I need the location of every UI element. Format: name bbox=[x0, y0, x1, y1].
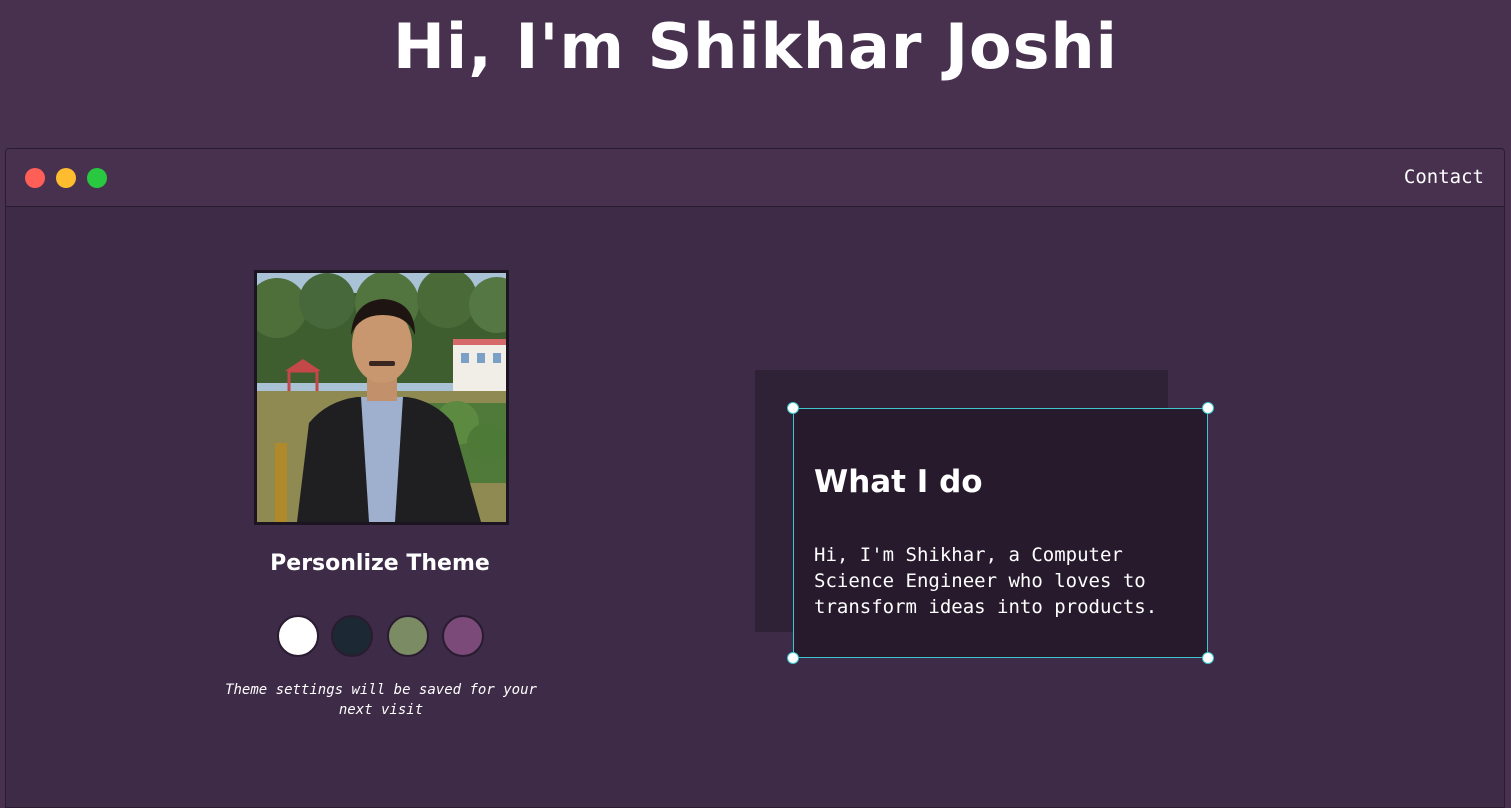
theme-swatch-plum[interactable] bbox=[442, 615, 484, 657]
theme-title: Personlize Theme bbox=[270, 551, 490, 576]
theme-swatch-white[interactable] bbox=[277, 615, 319, 657]
theme-save-note: Theme settings will be saved for your ne… bbox=[225, 682, 537, 718]
resize-handle-bottom-right[interactable] bbox=[1202, 652, 1214, 664]
window-titlebar: Contact bbox=[6, 149, 1504, 207]
maximize-window-dot[interactable] bbox=[87, 168, 107, 188]
what-i-do-text: Hi, I'm Shikhar, a Computer Science Engi… bbox=[814, 544, 1158, 618]
what-i-do-title: What I do bbox=[814, 464, 983, 500]
minimize-window-dot[interactable] bbox=[56, 168, 76, 188]
what-i-do-card: What I do Hi, I'm Shikhar, a Computer Sc… bbox=[787, 402, 1214, 664]
resize-handle-bottom-left[interactable] bbox=[787, 652, 799, 664]
resize-handle-top-left[interactable] bbox=[787, 402, 799, 414]
contact-link[interactable]: Contact bbox=[1404, 166, 1484, 188]
page-title: Hi, I'm Shikhar Joshi bbox=[393, 10, 1118, 83]
theme-swatch-olive-green[interactable] bbox=[387, 615, 429, 657]
profile-photo bbox=[254, 270, 509, 525]
resize-handle-top-right[interactable] bbox=[1202, 402, 1214, 414]
close-window-dot[interactable] bbox=[25, 168, 45, 188]
theme-swatch-dark-navy[interactable] bbox=[331, 615, 373, 657]
browser-window: Contact Personlize Theme Theme settings … bbox=[5, 148, 1505, 808]
profile-photo-image bbox=[257, 273, 506, 522]
